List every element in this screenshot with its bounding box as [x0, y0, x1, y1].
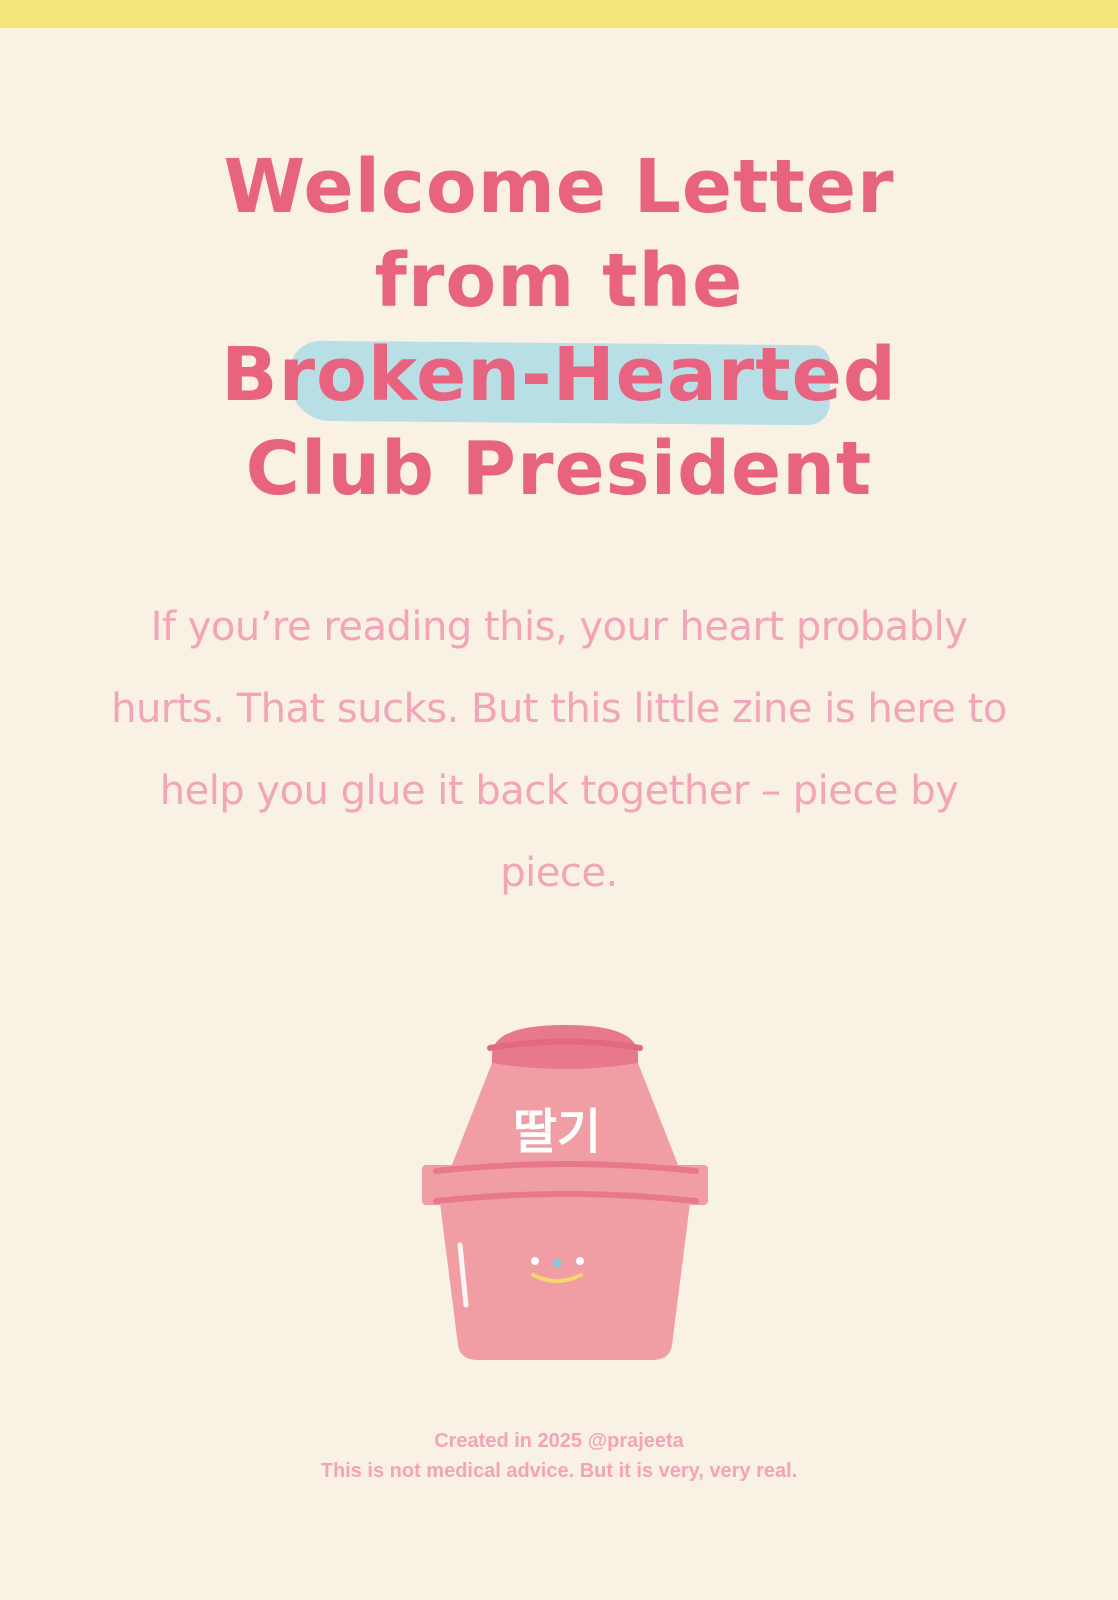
page-title: Welcome Letter from the Broken-Hearted C…	[0, 140, 1118, 516]
title-line-3: Broken-Hearted	[221, 332, 897, 418]
title-line-1: Welcome Letter	[223, 144, 895, 230]
title-line-4: Club President	[245, 426, 873, 512]
footer-disclaimer: This is not medical advice. But it is ve…	[320, 1460, 798, 1482]
intro-paragraph: If you’re reading this, your heart proba…	[111, 604, 1007, 896]
title-line-2: from the	[374, 238, 744, 324]
footer: Created in 2025 @prajeeta This is not me…	[0, 1426, 1118, 1486]
bottle-label: 딸기	[513, 1104, 601, 1160]
footer-credit: Created in 2025 @prajeeta	[434, 1430, 684, 1452]
top-accent-bar	[0, 0, 1118, 28]
strawberry-milk-bottle-icon: 딸기	[422, 1025, 708, 1360]
